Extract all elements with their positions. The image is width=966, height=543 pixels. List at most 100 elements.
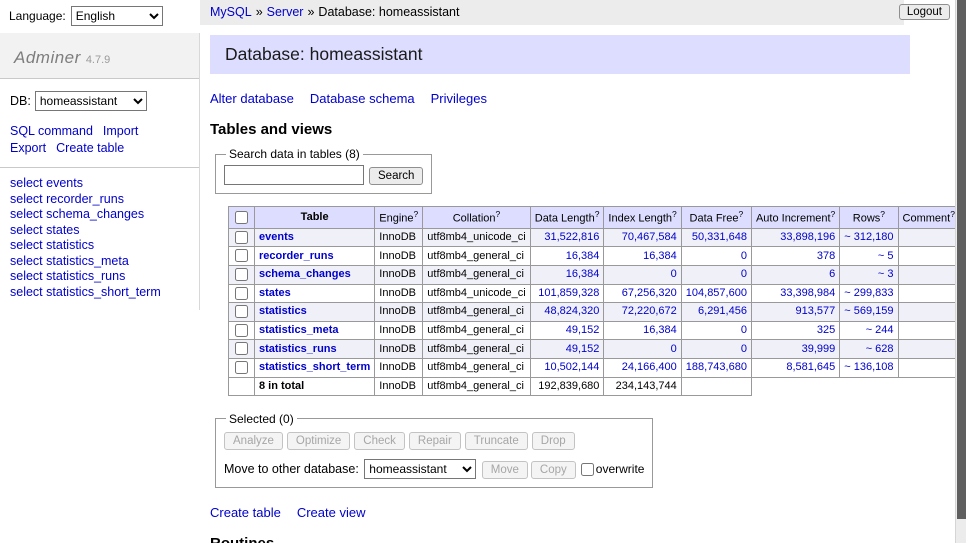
copy-button[interactable]: Copy — [531, 461, 576, 479]
data-free-link[interactable]: 0 — [741, 250, 747, 262]
index-length-link[interactable]: 24,166,400 — [622, 361, 677, 373]
index-length-link[interactable]: 70,467,584 — [622, 231, 677, 243]
overwrite-label[interactable]: overwrite — [596, 462, 645, 476]
select-link-recorder_runs[interactable]: select — [10, 192, 43, 206]
repair-button[interactable]: Repair — [409, 432, 461, 450]
index-length-link[interactable]: 67,256,320 — [622, 287, 677, 299]
table-name-link[interactable]: statistics_runs — [259, 343, 337, 355]
create-table-sidebar-link[interactable]: Create table — [56, 141, 124, 155]
select-link-statistics[interactable]: select — [10, 238, 43, 252]
table-link-statistics[interactable]: statistics — [46, 238, 94, 252]
row-checkbox-recorder_runs[interactable] — [235, 249, 248, 262]
optimize-button[interactable]: Optimize — [287, 432, 350, 450]
row-checkbox-schema_changes[interactable] — [235, 268, 248, 281]
row-checkbox-statistics_short_term[interactable] — [235, 361, 248, 374]
search-input[interactable] — [224, 165, 364, 185]
data-length-link[interactable]: 49,152 — [566, 343, 600, 355]
rows-count-link[interactable]: ~ 628 — [866, 343, 894, 355]
table-name-link[interactable]: statistics_short_term — [259, 361, 370, 373]
truncate-button[interactable]: Truncate — [465, 432, 528, 450]
row-checkbox-statistics_runs[interactable] — [235, 342, 248, 355]
data-length-link[interactable]: 16,384 — [566, 268, 600, 280]
data-length-link[interactable]: 101,859,328 — [538, 287, 599, 299]
auto-increment-link[interactable]: 325 — [817, 324, 835, 336]
analyze-button[interactable]: Analyze — [224, 432, 283, 450]
data-free-link[interactable]: 0 — [741, 324, 747, 336]
table-link-schema_changes[interactable]: schema_changes — [46, 207, 144, 221]
table-name-link[interactable]: recorder_runs — [259, 250, 334, 262]
rows-count-link[interactable]: ~ 244 — [866, 324, 894, 336]
auto-increment-link[interactable]: 33,898,196 — [780, 231, 835, 243]
rows-count-link[interactable]: ~ 299,833 — [844, 287, 893, 299]
scrollbar[interactable] — [955, 0, 966, 543]
rows-count-link[interactable]: ~ 5 — [878, 250, 894, 262]
drop-button[interactable]: Drop — [532, 432, 575, 450]
auto-increment-link[interactable]: 913,577 — [796, 305, 836, 317]
select-link-states[interactable]: select — [10, 223, 43, 237]
overwrite-checkbox[interactable] — [581, 463, 594, 476]
table-name-link[interactable]: statistics_meta — [259, 324, 339, 336]
data-free-link[interactable]: 6,291,456 — [698, 305, 747, 317]
select-link-statistics_meta[interactable]: select — [10, 254, 43, 268]
index-length-link[interactable]: 0 — [671, 343, 677, 355]
alter-database-link[interactable]: Alter database — [210, 91, 294, 106]
table-name-link[interactable]: statistics — [259, 305, 307, 317]
index-length-link[interactable]: 16,384 — [643, 324, 677, 336]
row-checkbox-events[interactable] — [235, 231, 248, 244]
check-button[interactable]: Check — [354, 432, 405, 450]
create-table-link[interactable]: Create table — [210, 505, 281, 520]
privileges-link[interactable]: Privileges — [431, 91, 487, 106]
table-link-recorder_runs[interactable]: recorder_runs — [46, 192, 124, 206]
auto-increment-link[interactable]: 33,398,984 — [780, 287, 835, 299]
rows-count-link[interactable]: ~ 136,108 — [844, 361, 893, 373]
table-name-link[interactable]: states — [259, 287, 291, 299]
select-all-checkbox[interactable] — [235, 211, 248, 224]
data-length-link[interactable]: 49,152 — [566, 324, 600, 336]
index-length-link[interactable]: 16,384 — [643, 250, 677, 262]
table-link-states[interactable]: states — [46, 223, 79, 237]
data-length-link[interactable]: 16,384 — [566, 250, 600, 262]
auto-increment-link[interactable]: 8,581,645 — [786, 361, 835, 373]
rows-count-link[interactable]: ~ 312,180 — [844, 231, 893, 243]
table-link-statistics_runs[interactable]: statistics_runs — [46, 269, 125, 283]
breadcrumb-server-link[interactable]: Server — [267, 5, 304, 19]
row-checkbox-states[interactable] — [235, 287, 248, 300]
auto-increment-link[interactable]: 6 — [829, 268, 835, 280]
data-length-link[interactable]: 48,824,320 — [544, 305, 599, 317]
select-link-statistics_short_term[interactable]: select — [10, 285, 43, 299]
data-free-link[interactable]: 104,857,600 — [686, 287, 747, 299]
index-length-link[interactable]: 0 — [671, 268, 677, 280]
export-link[interactable]: Export — [10, 141, 46, 155]
move-button[interactable]: Move — [482, 461, 528, 479]
index-length-link[interactable]: 72,220,672 — [622, 305, 677, 317]
sql-command-link[interactable]: SQL command — [10, 124, 93, 138]
select-link-statistics_runs[interactable]: select — [10, 269, 43, 283]
data-free-link[interactable]: 0 — [741, 268, 747, 280]
data-free-link[interactable]: 50,331,648 — [692, 231, 747, 243]
table-name-link[interactable]: events — [259, 231, 294, 243]
scrollbar-thumb[interactable] — [957, 0, 966, 519]
table-link-statistics_short_term[interactable]: statistics_short_term — [46, 285, 161, 299]
data-free-link[interactable]: 188,743,680 — [686, 361, 747, 373]
breadcrumb-mysql-link[interactable]: MySQL — [210, 5, 252, 19]
database-schema-link[interactable]: Database schema — [310, 91, 415, 106]
table-name-link[interactable]: schema_changes — [259, 268, 351, 280]
data-free-link[interactable]: 0 — [741, 343, 747, 355]
row-checkbox-statistics[interactable] — [235, 305, 248, 318]
row-checkbox-statistics_meta[interactable] — [235, 324, 248, 337]
logout-button[interactable]: Logout — [899, 4, 950, 20]
language-select[interactable]: English — [71, 6, 163, 26]
select-link-events[interactable]: select — [10, 176, 43, 190]
select-link-schema_changes[interactable]: select — [10, 207, 43, 221]
search-button[interactable]: Search — [369, 167, 423, 185]
create-view-link[interactable]: Create view — [297, 505, 366, 520]
data-length-link[interactable]: 10,502,144 — [544, 361, 599, 373]
auto-increment-link[interactable]: 39,999 — [802, 343, 836, 355]
db-select[interactable]: homeassistant — [35, 91, 147, 111]
import-link[interactable]: Import — [103, 124, 138, 138]
table-link-statistics_meta[interactable]: statistics_meta — [46, 254, 129, 268]
table-link-events[interactable]: events — [46, 176, 83, 190]
auto-increment-link[interactable]: 378 — [817, 250, 835, 262]
rows-count-link[interactable]: ~ 569,159 — [844, 305, 893, 317]
rows-count-link[interactable]: ~ 3 — [878, 268, 894, 280]
